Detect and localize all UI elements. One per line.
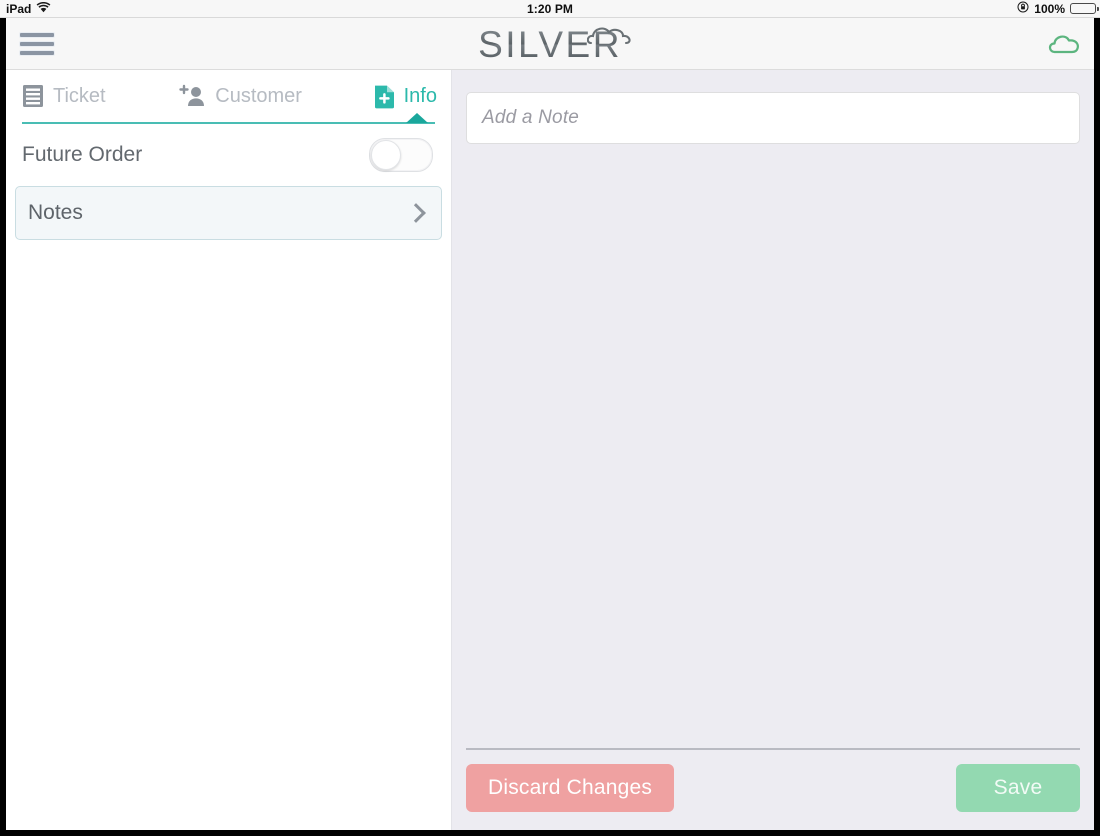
add-note-placeholder: Add a Note xyxy=(482,107,580,128)
discard-changes-button[interactable]: Discard Changes xyxy=(466,764,675,812)
battery-full-icon xyxy=(1070,3,1099,14)
app-window: SILVER Ticket Customer Info Future Order… xyxy=(6,18,1094,830)
add-person-icon xyxy=(177,84,206,108)
save-button[interactable]: Save xyxy=(956,764,1080,812)
sidebar-item-notes[interactable]: Notes xyxy=(15,186,442,240)
ipad-device-frame: iPad 1:20 PM 100% SILVER Ticket Customer… xyxy=(0,0,1100,836)
tab-bar: Ticket Customer Info xyxy=(6,70,451,122)
hamburger-menu-icon[interactable] xyxy=(20,30,54,58)
tab-ticket-label: Ticket xyxy=(53,84,106,107)
tab-info[interactable]: Info xyxy=(374,84,437,109)
tab-info-label: Info xyxy=(403,84,437,107)
future-order-toggle[interactable] xyxy=(369,138,433,172)
notes-label: Notes xyxy=(28,201,83,224)
receipt-icon xyxy=(22,84,44,108)
notes-list xyxy=(466,144,1080,748)
tab-active-pointer-icon xyxy=(406,113,428,123)
add-note-input[interactable]: Add a Note xyxy=(466,92,1080,144)
app-body: Ticket Customer Info Future Order Notes … xyxy=(6,70,1094,830)
rotation-lock-icon xyxy=(1017,1,1029,16)
tab-ticket[interactable]: Ticket xyxy=(22,84,106,108)
note-add-icon xyxy=(374,84,395,109)
battery-percent-label: 100% xyxy=(1034,1,1065,16)
silver-logo-text: SILVER xyxy=(478,24,622,65)
action-footer: Discard Changes Save xyxy=(466,764,1080,830)
cloud-sync-icon[interactable] xyxy=(1046,32,1080,56)
chevron-right-icon xyxy=(406,203,426,223)
status-bar-right: 100% xyxy=(551,1,1099,16)
logo-cloud-icon xyxy=(586,25,633,50)
app-header: SILVER xyxy=(6,18,1094,70)
future-order-row[interactable]: Future Order xyxy=(6,124,451,186)
tab-active-underline xyxy=(22,113,435,124)
tab-customer-label: Customer xyxy=(215,84,302,107)
notes-detail-panel: Add a Note Discard Changes Save xyxy=(452,70,1094,830)
tab-customer[interactable]: Customer xyxy=(177,84,302,108)
silver-logo: SILVER xyxy=(460,24,640,66)
ios-status-bar: iPad 1:20 PM 100% xyxy=(0,0,1100,18)
toggle-knob xyxy=(371,140,401,170)
footer-divider xyxy=(466,748,1080,750)
left-panel: Ticket Customer Info Future Order Notes xyxy=(6,70,452,830)
future-order-label: Future Order xyxy=(22,143,143,166)
